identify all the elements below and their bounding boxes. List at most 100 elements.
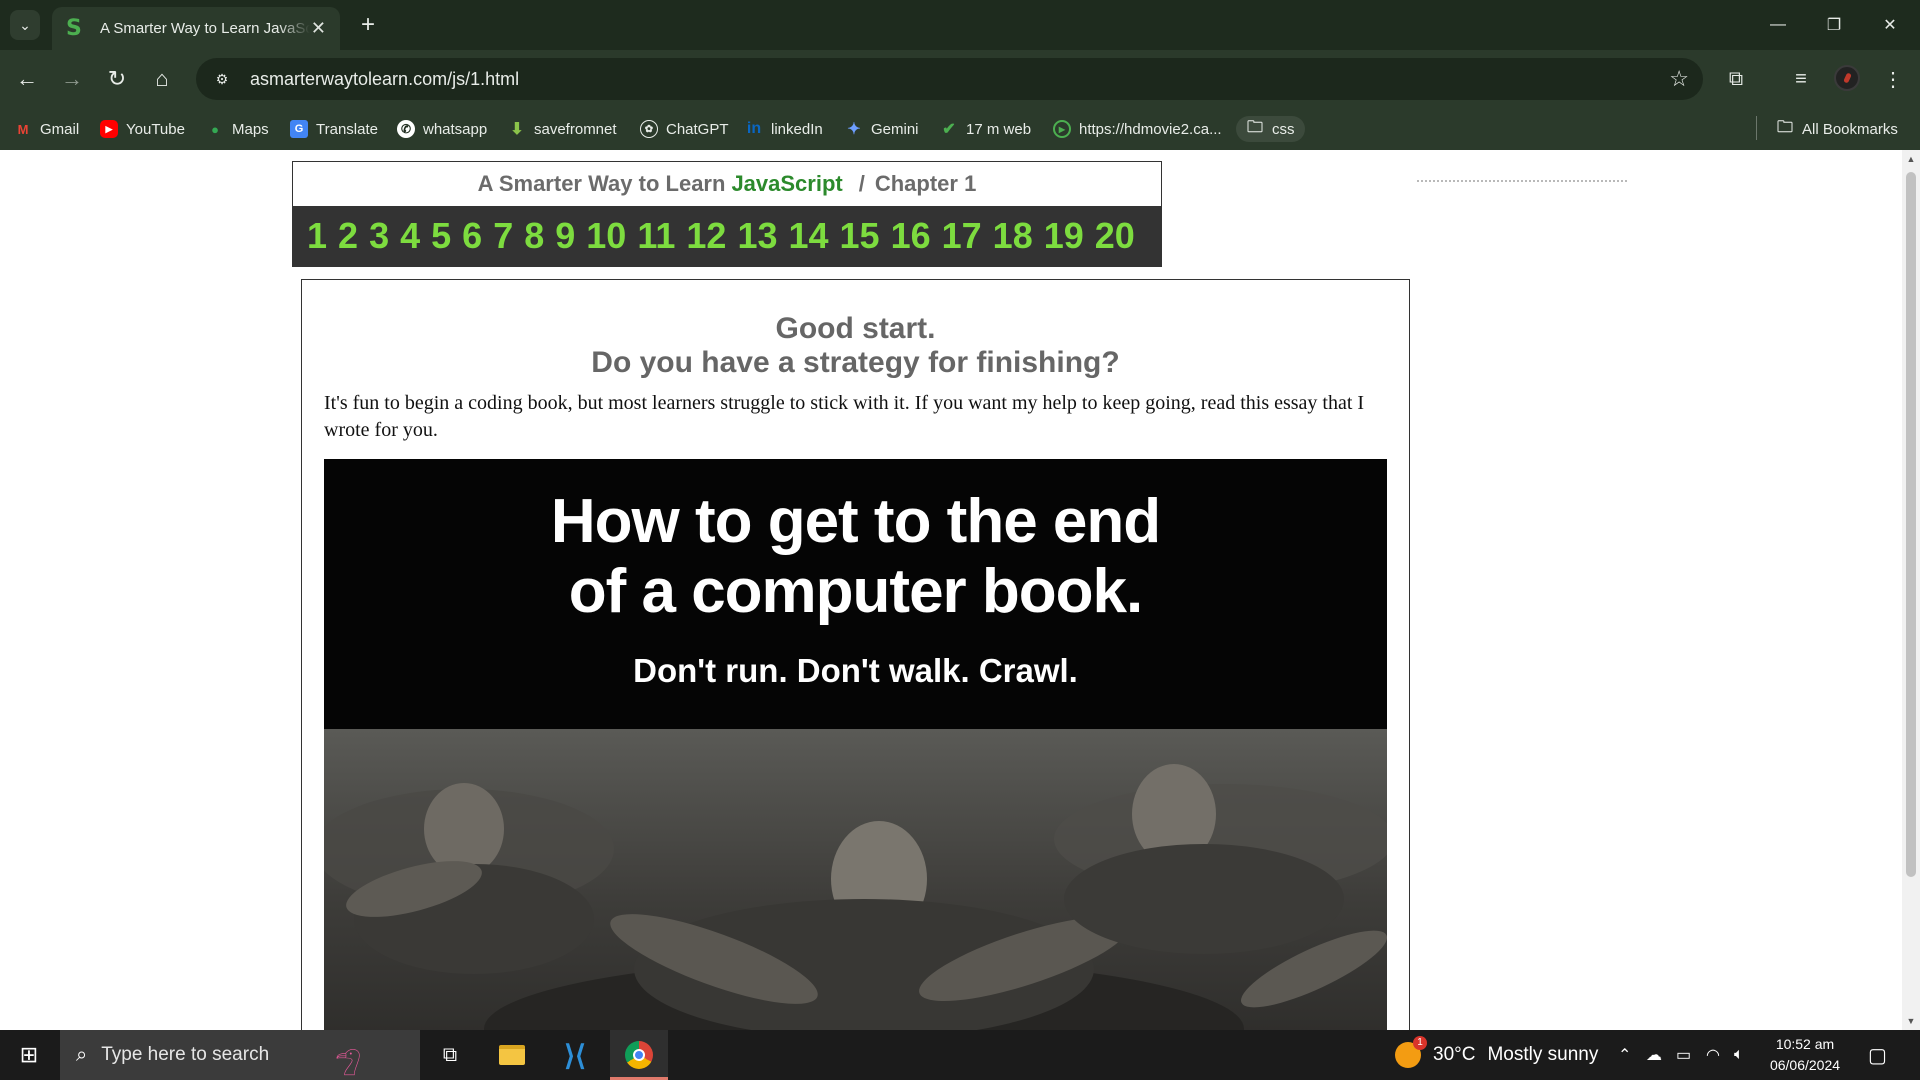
weather-temp: 30°C <box>1433 1044 1476 1065</box>
start-button[interactable]: ⊞ <box>0 1030 58 1080</box>
task-view-button[interactable]: ⧉ <box>425 1030 475 1080</box>
tab-strip: ⌄ S A Smarter Way to Learn JavaScript ✕ … <box>0 0 1920 50</box>
restore-button[interactable]: ❐ <box>1806 0 1862 50</box>
wifi-icon[interactable]: ◠ <box>1706 1030 1720 1080</box>
play-circle-icon: ▶ <box>1053 120 1071 138</box>
bookmark-translate[interactable]: G Translate <box>290 116 378 142</box>
taskbar-search[interactable]: ⌕ Type here to search 𓅿 <box>60 1030 420 1083</box>
bookmark-gemini[interactable]: ✦ Gemini <box>845 116 918 142</box>
vscode-button[interactable]: ⟩⟨ <box>550 1030 600 1080</box>
clock-time: 10:52 am <box>1775 1036 1835 1052</box>
bookmark-maps[interactable]: ● Maps <box>206 116 269 142</box>
arrow-right-icon: → <box>61 66 83 91</box>
chapter-link-9[interactable]: 9 <box>555 215 575 257</box>
address-bar[interactable]: ⚙ asmarterwaytolearn.com/js/1.html ☆ <box>196 58 1703 100</box>
bookmark-linkedin[interactable]: in linkedIn <box>745 116 823 142</box>
title-javascript[interactable]: JavaScript <box>731 171 842 197</box>
extensions-button[interactable]: ⧉ <box>1719 62 1753 96</box>
chrome-button[interactable] <box>610 1030 668 1080</box>
onedrive-cloud-icon[interactable]: ☁ <box>1646 1030 1662 1080</box>
all-bookmarks-button[interactable]: 🗀 All Bookmarks <box>1776 116 1898 142</box>
chapter-link-4[interactable]: 4 <box>400 215 420 257</box>
book-header: A Smarter Way to Learn JavaScript / Chap… <box>292 161 1162 267</box>
scroll-up-icon[interactable]: ▲ <box>1906 154 1916 164</box>
tab-close-icon[interactable]: ✕ <box>311 18 326 39</box>
forward-button[interactable]: → <box>55 62 89 96</box>
site-info-icon[interactable]: ⚙ <box>210 67 234 91</box>
chapter-link-13[interactable]: 13 <box>737 215 777 257</box>
bookmark-label: whatsapp <box>423 120 488 138</box>
chapter-link-10[interactable]: 10 <box>586 215 626 257</box>
active-tab[interactable]: S A Smarter Way to Learn JavaScript ✕ <box>52 7 340 50</box>
bookmark-whatsapp[interactable]: ✆ whatsapp <box>397 116 487 142</box>
chrome-icon <box>625 1041 653 1069</box>
flamingo-icon: 𓅿 <box>335 1050 362 1083</box>
kebab-menu-icon: ⋮ <box>1883 68 1903 91</box>
chapter-link-18[interactable]: 18 <box>993 215 1033 257</box>
task-view-icon: ⧉ <box>442 1043 458 1066</box>
chapter-link-2[interactable]: 2 <box>338 215 358 257</box>
bookmark-label: 17 m web <box>966 120 1032 138</box>
close-window-button[interactable]: ✕ <box>1862 0 1918 50</box>
menu-button[interactable]: ⋮ <box>1876 62 1910 96</box>
chapter-link-1[interactable]: 1 <box>307 215 327 257</box>
chapter-link-19[interactable]: 19 <box>1044 215 1084 257</box>
chapter-link-5[interactable]: 5 <box>431 215 451 257</box>
scrollbar-thumb[interactable] <box>1906 172 1916 877</box>
chapter-link-15[interactable]: 15 <box>840 215 880 257</box>
bookmark-youtube[interactable]: ▶ YouTube <box>100 116 185 142</box>
file-explorer-button[interactable] <box>487 1030 537 1080</box>
page-scrollbar[interactable]: ▲ ▼ <box>1902 150 1920 1030</box>
battery-icon[interactable]: ▭ <box>1676 1030 1691 1080</box>
bookmark-label: css <box>1272 120 1295 138</box>
bookmark-savefromnet[interactable]: ⬇ savefromnet <box>508 116 617 142</box>
weather-widget[interactable]: 30°C Mostly sunny <box>1395 1030 1598 1080</box>
whatsapp-icon: ✆ <box>397 120 415 138</box>
bookmark-label: linkedIn <box>771 120 823 138</box>
bookmark-chatgpt[interactable]: ✿ ChatGPT <box>640 116 729 142</box>
chapter-link-8[interactable]: 8 <box>524 215 544 257</box>
url-text[interactable]: asmarterwaytolearn.com/js/1.html <box>250 69 519 90</box>
chapter-link-7[interactable]: 7 <box>493 215 513 257</box>
weather-text: Mostly sunny <box>1487 1044 1599 1065</box>
profile-avatar[interactable] <box>1834 65 1860 91</box>
bookmark-label: savefromnet <box>534 120 617 138</box>
reload-button[interactable]: ↻ <box>100 62 134 96</box>
chapter-link-6[interactable]: 6 <box>462 215 482 257</box>
bookmark-hdmovie[interactable]: ▶ https://hdmovie2.ca... <box>1053 116 1222 142</box>
chapter-link-20[interactable]: 20 <box>1095 215 1135 257</box>
minimize-button[interactable]: — <box>1750 0 1806 50</box>
bookmark-label: ChatGPT <box>666 120 729 138</box>
chapter-link-3[interactable]: 3 <box>369 215 389 257</box>
bookmark-folder-css[interactable]: 🗀 css <box>1236 116 1305 142</box>
bookmark-17mweb[interactable]: ✔ 17 m web <box>940 116 1031 142</box>
chapter-link-12[interactable]: 12 <box>686 215 726 257</box>
bookmark-gmail[interactable]: M Gmail <box>14 116 80 142</box>
tab-search-button[interactable]: ⌄ <box>10 10 40 40</box>
scroll-down-icon[interactable]: ▼ <box>1906 1016 1916 1026</box>
bookmark-label: https://hdmovie2.ca... <box>1079 120 1222 138</box>
home-icon: ⌂ <box>155 66 169 91</box>
chapter-link-17[interactable]: 17 <box>942 215 982 257</box>
chapter-link-16[interactable]: 16 <box>891 215 931 257</box>
volume-icon[interactable]: 🔈︎ <box>1734 1030 1744 1080</box>
essay-promo-image[interactable]: How to get to the end of a computer book… <box>324 459 1387 1030</box>
title-separator: / <box>858 171 865 196</box>
tab-title: A Smarter Way to Learn JavaScript <box>100 20 310 37</box>
new-tab-button[interactable]: + <box>353 10 383 40</box>
folder-icon: 🗀 <box>1776 118 1793 136</box>
plus-icon: + <box>360 11 375 38</box>
chapter-link-11[interactable]: 11 <box>637 215 675 257</box>
bookmark-star-icon[interactable]: ☆ <box>1669 66 1689 92</box>
back-button[interactable]: ← <box>10 62 44 96</box>
book-title: A Smarter Way to Learn JavaScript / Chap… <box>293 162 1161 206</box>
chapter-nav: 1 2 3 4 5 6 7 8 9 10 11 12 13 14 15 16 1… <box>293 206 1161 266</box>
media-control-button[interactable]: ≡ <box>1784 62 1818 96</box>
notification-icon[interactable]: ▢ <box>1868 1030 1887 1080</box>
page-viewport: A Smarter Way to Learn JavaScript / Chap… <box>0 150 1902 1030</box>
chapter-link-14[interactable]: 14 <box>788 215 828 257</box>
system-clock[interactable]: 10:52 am 06/06/2024 <box>1760 1034 1850 1076</box>
home-button[interactable]: ⌂ <box>145 62 179 96</box>
tray-overflow-icon[interactable]: ⌃ <box>1618 1030 1631 1080</box>
weather-sun-icon <box>1395 1036 1427 1068</box>
